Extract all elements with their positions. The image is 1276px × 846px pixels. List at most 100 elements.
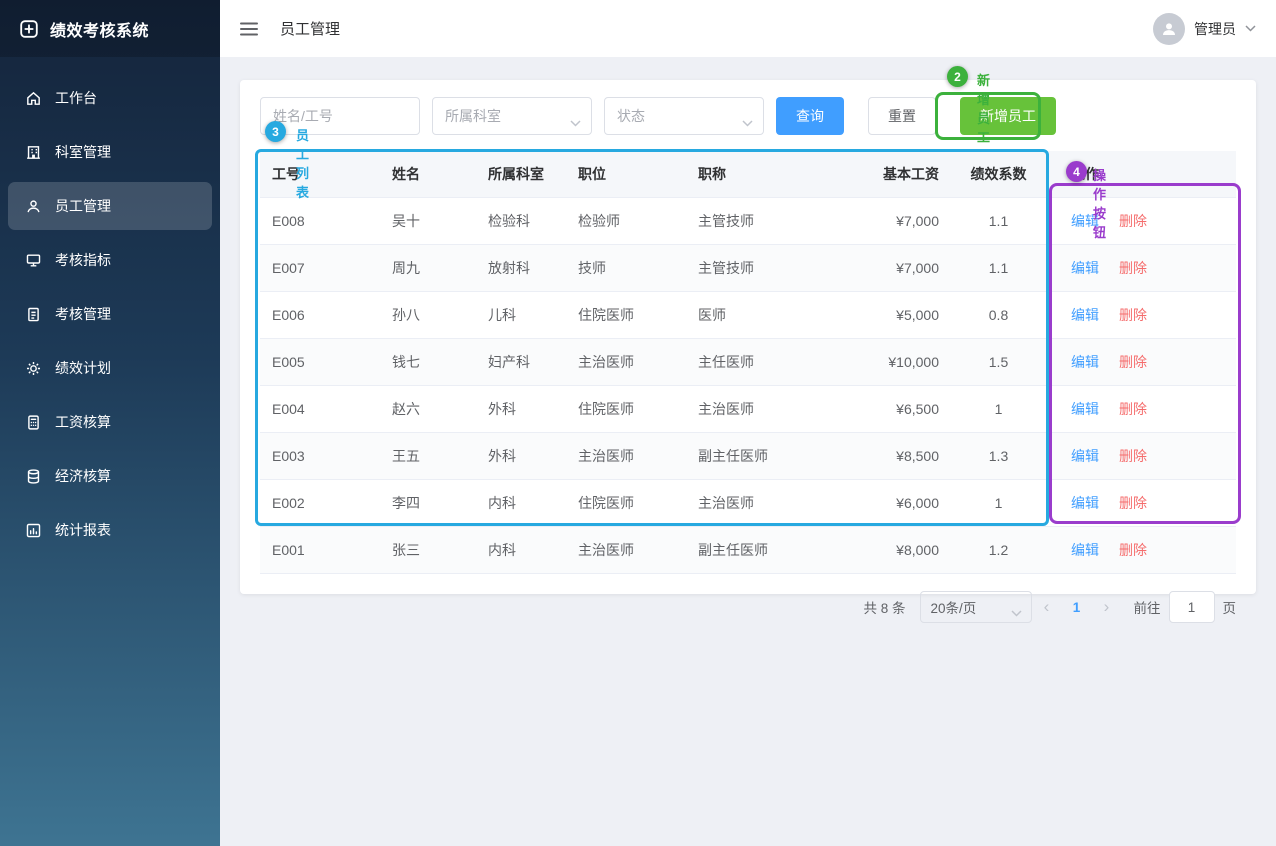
cell: E006	[260, 292, 380, 339]
cell: 孙八	[380, 292, 476, 339]
column-header: 绩效系数	[951, 151, 1046, 198]
cell: 外科	[476, 386, 566, 433]
delete-link[interactable]: 删除	[1119, 307, 1147, 323]
page-size-select[interactable]: 20条/页	[920, 591, 1032, 623]
status-select[interactable]: 状态	[604, 97, 764, 135]
edit-link[interactable]: 编辑	[1071, 213, 1099, 229]
gear-icon	[25, 360, 42, 377]
cell: 主治医师	[566, 433, 686, 480]
current-page[interactable]: 1	[1062, 600, 1092, 615]
cell: 张三	[380, 527, 476, 574]
department-select-placeholder: 所属科室	[445, 106, 501, 126]
cell: ¥6,000	[836, 480, 951, 527]
cell: 主治医师	[566, 339, 686, 386]
edit-link[interactable]: 编辑	[1071, 448, 1099, 464]
sidebar-item-salary-accounting[interactable]: 工资核算	[8, 398, 212, 446]
operations-cell: 编辑 删除	[1046, 433, 1236, 480]
status-select-placeholder: 状态	[617, 106, 645, 126]
reset-button[interactable]: 重置	[868, 97, 936, 135]
cell: 1.3	[951, 433, 1046, 480]
cell: 技师	[566, 245, 686, 292]
delete-link[interactable]: 删除	[1119, 213, 1147, 229]
pagination: 共 8 条 20条/页 ‹ 1 › 前往 页	[260, 591, 1236, 623]
cell: ¥7,000	[836, 245, 951, 292]
sidebar-item-label: 统计报表	[55, 520, 111, 540]
cell: 外科	[476, 433, 566, 480]
delete-link[interactable]: 删除	[1119, 354, 1147, 370]
delete-link[interactable]: 删除	[1119, 495, 1147, 511]
sidebar: 绩效考核系统 工作台科室管理员工管理考核指标考核管理绩效计划工资核算经济核算统计…	[0, 0, 220, 846]
edit-link[interactable]: 编辑	[1071, 495, 1099, 511]
cell: 1.5	[951, 339, 1046, 386]
cell: 李四	[380, 480, 476, 527]
building-icon	[25, 144, 42, 161]
sidebar-item-reports[interactable]: 统计报表	[8, 506, 212, 554]
sidebar-item-economic-accounting[interactable]: 经济核算	[8, 452, 212, 500]
sidebar-item-assessments[interactable]: 考核管理	[8, 290, 212, 338]
sidebar-item-departments[interactable]: 科室管理	[8, 128, 212, 176]
next-page-button[interactable]: ›	[1092, 597, 1122, 617]
table-row: E002李四内科住院医师主治医师¥6,0001编辑删除	[260, 480, 1236, 527]
edit-link[interactable]: 编辑	[1071, 260, 1099, 276]
cell: ¥10,000	[836, 339, 951, 386]
delete-link[interactable]: 删除	[1119, 542, 1147, 558]
employee-table: 工号姓名所属科室职位职称基本工资绩效系数操作 E008吴十检验科检验师主管技师¥…	[260, 151, 1236, 574]
cell: 主治医师	[566, 527, 686, 574]
column-header: 职称	[686, 151, 836, 198]
user-menu[interactable]: 管理员	[1153, 13, 1256, 45]
sidebar-item-label: 科室管理	[55, 142, 111, 162]
sidebar-item-label: 工资核算	[55, 412, 111, 432]
sidebar-item-workbench[interactable]: 工作台	[8, 74, 212, 122]
edit-link[interactable]: 编辑	[1071, 307, 1099, 323]
column-header: 姓名	[380, 151, 476, 198]
sidebar-item-indicators[interactable]: 考核指标	[8, 236, 212, 284]
search-input[interactable]	[260, 97, 420, 135]
delete-link[interactable]: 删除	[1119, 448, 1147, 464]
table-row: E008吴十检验科检验师主管技师¥7,0001.1编辑删除	[260, 198, 1236, 245]
delete-link[interactable]: 删除	[1119, 260, 1147, 276]
edit-link[interactable]: 编辑	[1071, 354, 1099, 370]
top-header: 员工管理 管理员	[220, 0, 1276, 57]
goto-page-input[interactable]	[1169, 591, 1215, 623]
column-header: 操作	[1046, 151, 1236, 198]
calculator-icon	[25, 414, 42, 431]
hamburger-icon[interactable]	[240, 22, 258, 36]
cell: 住院医师	[566, 480, 686, 527]
add-employee-button[interactable]: 新增员工	[960, 97, 1056, 135]
sidebar-item-label: 经济核算	[55, 466, 111, 486]
goto-suffix-label: 页	[1223, 597, 1237, 617]
cell: 内科	[476, 480, 566, 527]
cell: 赵六	[380, 386, 476, 433]
sidebar-item-employees[interactable]: 员工管理	[8, 182, 212, 230]
cell: 主管技师	[686, 245, 836, 292]
cell: 住院医师	[566, 386, 686, 433]
cell: 1.2	[951, 527, 1046, 574]
operations-cell: 编辑 删除	[1046, 527, 1236, 574]
operations-cell: 编辑 删除	[1046, 386, 1236, 433]
cell: E001	[260, 527, 380, 574]
cell: ¥8,000	[836, 527, 951, 574]
prev-page-button[interactable]: ‹	[1032, 597, 1062, 617]
department-select[interactable]: 所属科室	[432, 97, 592, 135]
filter-bar: 所属科室 状态 查询 重置 新增员工	[260, 97, 1236, 135]
monitor-icon	[25, 252, 42, 269]
sidebar-item-label: 考核指标	[55, 250, 111, 270]
edit-link[interactable]: 编辑	[1071, 401, 1099, 417]
sidebar-item-label: 员工管理	[55, 196, 111, 216]
delete-link[interactable]: 删除	[1119, 401, 1147, 417]
table-row: E005钱七妇产科主治医师主任医师¥10,0001.5编辑删除	[260, 339, 1236, 386]
cell: 周九	[380, 245, 476, 292]
operations-cell: 编辑 删除	[1046, 480, 1236, 527]
table-row: E001张三内科主治医师副主任医师¥8,0001.2编辑删除	[260, 527, 1236, 574]
cell: 医师	[686, 292, 836, 339]
sidebar-item-performance-plan[interactable]: 绩效计划	[8, 344, 212, 392]
column-header: 所属科室	[476, 151, 566, 198]
goto-label: 前往	[1134, 597, 1161, 617]
cell: 住院医师	[566, 292, 686, 339]
column-header: 基本工资	[836, 151, 951, 198]
table-row: E003王五外科主治医师副主任医师¥8,5001.3编辑删除	[260, 433, 1236, 480]
cell: E003	[260, 433, 380, 480]
search-button[interactable]: 查询	[776, 97, 844, 135]
cell: 内科	[476, 527, 566, 574]
edit-link[interactable]: 编辑	[1071, 542, 1099, 558]
